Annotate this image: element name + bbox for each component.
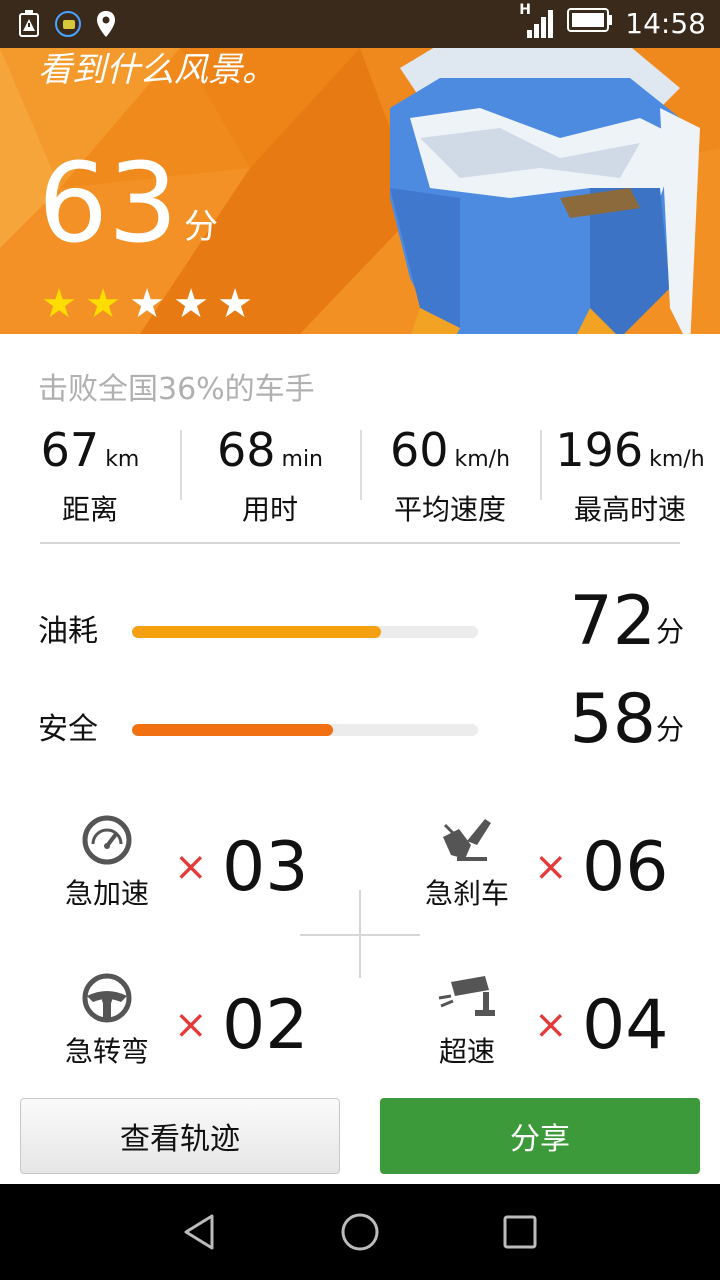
event-count: 02 [222,986,309,1065]
stat-value: 196 [555,423,644,477]
metric-score-unit: 分 [655,615,684,648]
star-filled-icon: ★ [41,281,77,327]
stat-unit: km/h [454,447,511,472]
brake-icon [422,810,512,870]
event-label: 急刹车 [424,877,509,910]
chat-app-icon [54,10,82,42]
metric-score-unit: 分 [655,713,684,746]
banner-tagline: 看到什么风景。 [38,50,276,90]
stat-label: 用时 [241,493,298,526]
stat-value: 60 [389,423,449,477]
metric-score-value: 58 [569,680,656,759]
stat-duration: 68 min 用时 [180,420,360,526]
metric-score: 72 分 [569,582,684,662]
signal-icon: H [519,2,555,40]
metric-label: 油耗 [38,614,98,649]
mascot-illustration [390,48,700,334]
stat-unit: km [105,447,140,472]
event-count: 06 [582,828,669,907]
star-filled-icon: ★ [85,281,121,327]
back-icon[interactable] [170,1206,230,1258]
star-empty-icon: ★ [217,281,253,327]
multiply-icon: × [534,1002,568,1048]
section-divider [40,542,680,544]
multiply-icon: × [174,844,208,890]
event-sharp-turn: 急转弯 × 02 [62,968,362,1088]
metric-progress-fill [132,626,382,638]
stat-average-speed: 60 km/h 平均速度 [360,420,540,526]
location-pin-icon [96,10,116,42]
event-hard-braking: 急刹车 × 06 [422,810,720,930]
sim-warning-icon [18,10,40,42]
metric-progress-track [132,724,478,736]
stat-label: 平均速度 [393,493,506,526]
view-track-button[interactable]: 查看轨迹 [20,1098,340,1174]
event-hard-acceleration: 急加速 × 03 [62,810,362,930]
metric-safety: 安全 58 分 [0,680,720,774]
metric-score-value: 72 [569,582,656,661]
multiply-icon: × [174,1002,208,1048]
beat-percentage-text: 击败全国36%的车手 [38,372,315,407]
multiply-icon: × [534,844,568,890]
score-banner: 看到什么风景。 63 分 ★ ★ ★ ★ ★ [0,48,720,334]
home-icon[interactable] [330,1206,390,1258]
metric-progress-fill [132,724,333,736]
stat-unit: min [281,447,324,472]
stat-value: 68 [216,423,276,477]
event-label: 急加速 [64,877,149,910]
status-bar: H 14:58 [0,0,720,48]
recents-icon[interactable] [490,1206,550,1258]
metric-label: 安全 [38,712,98,747]
star-empty-icon: ★ [173,281,209,327]
clock: 14:58 [625,6,706,40]
metric-score: 58 分 [569,680,684,760]
speedometer-icon [62,810,152,870]
speed-camera-icon [422,968,512,1028]
event-count: 03 [222,828,309,907]
share-button[interactable]: 分享 [380,1098,700,1174]
stat-value: 67 [40,423,100,477]
event-label: 超速 [438,1035,495,1068]
stat-distance: 67 km 距离 [0,420,180,526]
star-empty-icon: ★ [129,281,165,327]
stat-label: 最高时速 [573,493,686,526]
stat-max-speed: 196 km/h 最高时速 [540,420,720,526]
score-unit: 分 [183,207,218,247]
trip-stats: 67 km 距离 68 min 用时 60 km/h 平均速度 196 km/h 最高时… [0,420,720,526]
navigation-bar [0,1184,720,1280]
score-value: 63 [38,139,178,267]
event-count: 04 [582,986,669,1065]
event-label: 急转弯 [64,1035,149,1068]
battery-icon [567,7,613,40]
total-score: 63 分 [38,148,218,258]
steering-wheel-icon [62,968,152,1028]
stat-label: 距离 [61,493,118,526]
metric-fuel: 油耗 72 分 [0,582,720,676]
event-speeding: 超速 × 04 [422,968,720,1088]
star-rating: ★ ★ ★ ★ ★ [40,284,254,324]
stat-unit: km/h [649,447,705,472]
metric-progress-track [132,626,478,638]
